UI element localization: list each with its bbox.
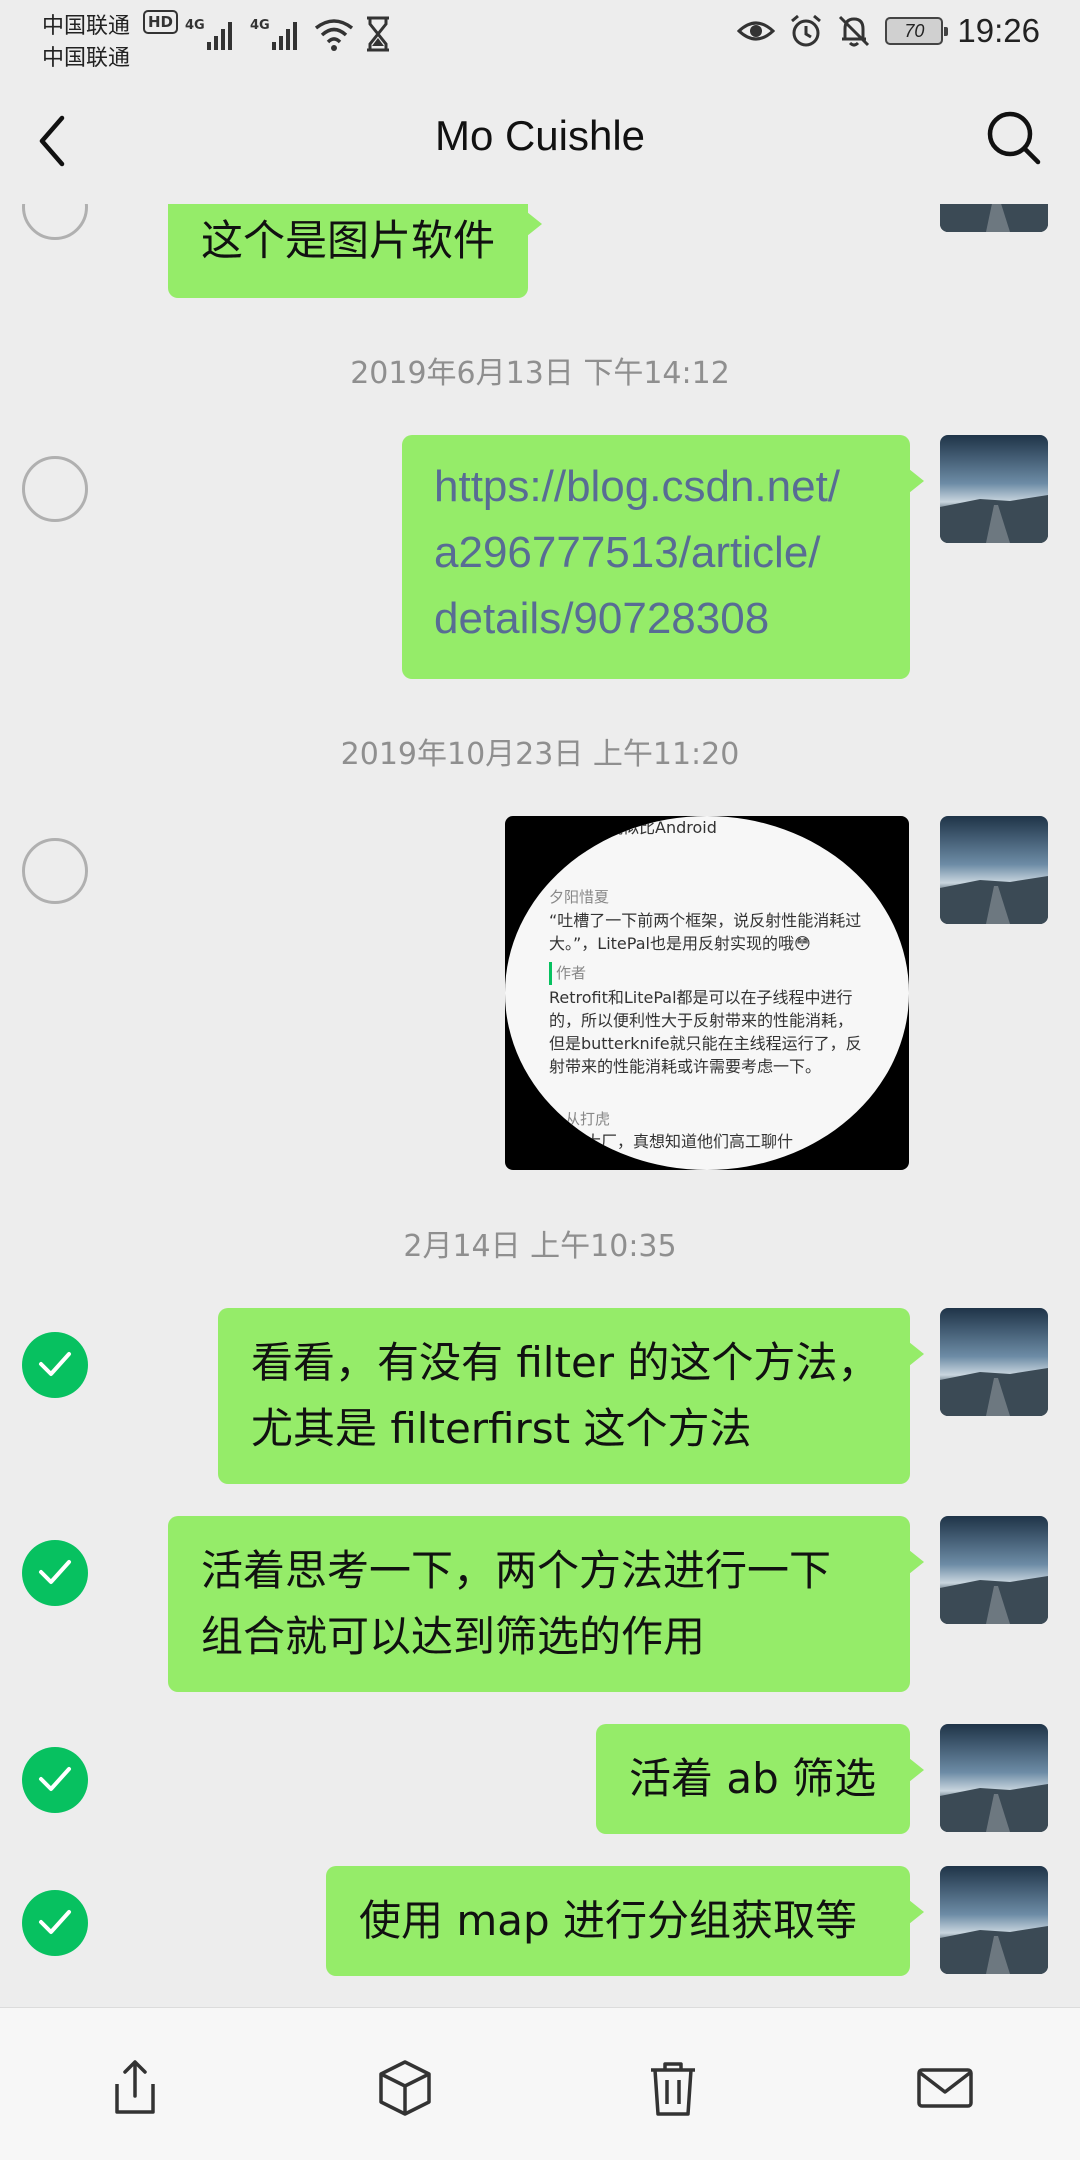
- checkmark-icon: [39, 1767, 71, 1791]
- avatar[interactable]: [940, 204, 1048, 232]
- status-right-group: 70 19:26: [737, 12, 1040, 50]
- search-icon: [987, 111, 1041, 165]
- network-type-label-2: 4G: [250, 18, 270, 33]
- trash-icon: [651, 2062, 695, 2116]
- share-button[interactable]: [105, 2058, 165, 2118]
- image-text-line: 的，所以便利性大于反射带来的性能消耗，: [549, 1011, 854, 1030]
- checkmark-icon: [39, 1560, 71, 1584]
- delete-button[interactable]: [643, 2058, 703, 2118]
- checkmark-icon: [39, 1910, 71, 1934]
- wifi-icon: [314, 19, 354, 51]
- avatar[interactable]: [940, 816, 1048, 924]
- image-text-line: 大厂，真想知道他们高工聊什: [585, 1132, 794, 1151]
- share-icon: [115, 2060, 155, 2114]
- select-circle-checked[interactable]: [22, 1890, 88, 1956]
- select-circle[interactable]: [22, 456, 88, 522]
- avatar[interactable]: [940, 1724, 1048, 1832]
- signal-icon-2: 4G: [250, 18, 297, 50]
- message-bubble[interactable]: 这个是图片软件: [168, 204, 543, 298]
- image-text-line: 但是butterknife就只能在主线程运行了，反: [549, 1034, 862, 1053]
- link-line[interactable]: a296777513/article/: [434, 520, 877, 586]
- message-text: 尤其是 filterfirst 这个方法: [251, 1404, 752, 1453]
- link-line[interactable]: details/90728308: [434, 586, 877, 652]
- message-bubble[interactable]: 活着 ab 筛选: [596, 1724, 924, 1834]
- timestamp: 2019年10月23日 上午11:20: [340, 737, 740, 772]
- mute-bell-icon: [839, 15, 870, 47]
- timestamp: 2019年6月13日 下午14:12: [350, 356, 730, 391]
- cube-icon: [379, 2060, 431, 2116]
- mail-icon: [917, 2068, 973, 2108]
- message-text: 组合就可以达到筛选的作用: [201, 1612, 706, 1661]
- message-text: 活着 ab 筛选: [629, 1754, 877, 1803]
- message-bubble[interactable]: 使用 map 进行分组获取等: [326, 1866, 924, 1976]
- image-text-line: 大。”，LitePal也是用反射实现的哦😳: [549, 934, 811, 953]
- avatar[interactable]: [940, 435, 1048, 543]
- eye-icon: [737, 21, 776, 41]
- avatar-image: [940, 1724, 1048, 1832]
- avatar-image: [940, 204, 1048, 232]
- select-circle[interactable]: [22, 204, 88, 240]
- image-message[interactable]: 面试貌似比Android 多。 夕阳惜夏 “吐槽了一下前两个框架，说反射性能消耗…: [505, 816, 909, 1170]
- select-circle[interactable]: [22, 838, 88, 904]
- avatar-image: [940, 816, 1048, 924]
- message-text: 看看，有没有 filter 的这个方法，: [251, 1338, 880, 1387]
- image-commenter: 夕阳惜夏: [549, 888, 610, 906]
- message-bubble[interactable]: 活着思考一下，两个方法进行一下 组合就可以达到筛选的作用: [168, 1516, 924, 1692]
- search-button[interactable]: [984, 108, 1044, 168]
- multi-select-toolbar: [0, 2007, 1080, 2160]
- select-circle-checked[interactable]: [22, 1332, 88, 1398]
- checkmark-icon: [39, 1352, 71, 1376]
- image-text-line: “吐槽了一下前两个框架，说反射性能消耗过: [549, 911, 862, 930]
- avatar[interactable]: [940, 1516, 1048, 1624]
- avatar[interactable]: [940, 1866, 1048, 1974]
- alarm-icon: [791, 14, 822, 47]
- select-circle-checked[interactable]: [22, 1540, 88, 1606]
- favorite-button[interactable]: [375, 2058, 435, 2118]
- avatar-image: [940, 1308, 1048, 1416]
- mail-button[interactable]: [915, 2058, 975, 2118]
- image-text-line: 射带来的性能消耗或许需要考虑一下。: [549, 1057, 822, 1076]
- battery-icon: 70: [885, 17, 949, 45]
- timestamp: 2月14日 上午10:35: [403, 1229, 677, 1264]
- image-thumbnail: 面试貌似比Android 多。 夕阳惜夏 “吐槽了一下前两个框架，说反射性能消耗…: [505, 816, 909, 1170]
- hourglass-icon: [367, 16, 389, 52]
- battery-level: 70: [904, 21, 925, 41]
- carrier-label-secondary: 中国联通: [42, 46, 131, 71]
- avatar[interactable]: [940, 1308, 1048, 1416]
- hd-badge: HD: [143, 10, 179, 34]
- clock: 19:26: [957, 12, 1040, 49]
- message-text: 活着思考一下，两个方法进行一下: [201, 1546, 832, 1595]
- message-bubble[interactable]: 看看，有没有 filter 的这个方法， 尤其是 filterfirst 这个方…: [218, 1308, 924, 1484]
- chat-title: Mo Cuishle: [434, 112, 646, 159]
- image-commenter: 从打虎: [565, 1110, 611, 1128]
- chat-header: Mo Cuishle: [0, 78, 1080, 204]
- avatar-image: [940, 1516, 1048, 1624]
- select-circle-checked[interactable]: [22, 1747, 88, 1813]
- link-line[interactable]: https://blog.csdn.net/: [434, 454, 877, 520]
- image-text-line: Retrofit和LitePal都是可以在子线程中进行: [549, 988, 853, 1007]
- message-list[interactable]: 这个是图片软件 2019年6月13日 下午14:12 https://blog.…: [0, 204, 1080, 2007]
- avatar-image: [940, 435, 1048, 543]
- link-message-bubble[interactable]: https://blog.csdn.net/ a296777513/articl…: [402, 435, 924, 679]
- image-author-label: 作者: [549, 962, 586, 985]
- message-text: 这个是图片软件: [201, 216, 496, 265]
- message-text: 使用 map 进行分组获取等: [359, 1896, 858, 1945]
- image-text-line: 多。: [565, 836, 598, 855]
- carrier-label: 中国联通: [42, 14, 131, 39]
- avatar-image: [940, 1866, 1048, 1974]
- network-type-label: 4G: [185, 18, 205, 33]
- status-bar: 中国联通 HD 中国联通 4G 4G 70 19:26: [0, 0, 1080, 78]
- signal-icon: 4G: [185, 18, 232, 50]
